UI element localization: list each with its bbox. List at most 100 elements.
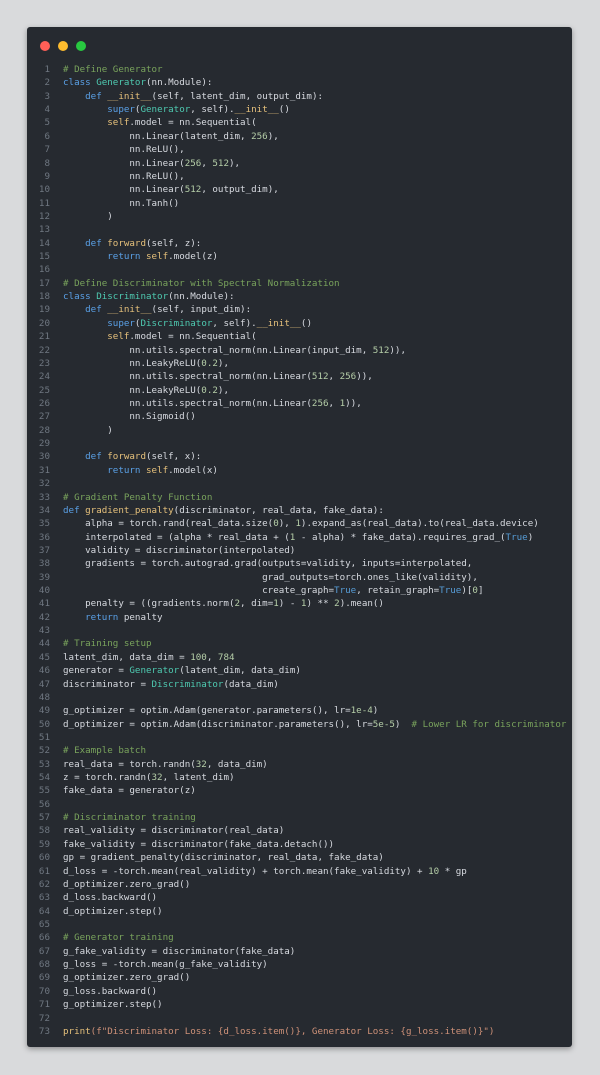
code-text[interactable]: g_loss = -torch.mean(g_fake_validity)	[63, 958, 268, 971]
line-number: 53	[38, 758, 50, 770]
code-text[interactable]: penalty = ((gradients.norm(2, dim=1) - 1…	[63, 597, 384, 610]
code-text[interactable]: def forward(self, x):	[63, 450, 201, 463]
code-line: 32	[27, 477, 572, 490]
code-text[interactable]: # Define Discriminator with Spectral Nor…	[63, 277, 340, 290]
code-token: )),	[389, 344, 406, 356]
code-token: self	[145, 251, 169, 263]
code-text[interactable]: print(f"Discriminator Loss: {d_loss.item…	[63, 1025, 494, 1038]
code-text[interactable]: return self.model(z)	[63, 250, 218, 263]
code-text[interactable]: nn.ReLU(),	[63, 170, 184, 183]
code-text[interactable]: interpolated = (alpha * real_data + (1 -…	[63, 531, 533, 544]
code-text[interactable]: d_optimizer.step()	[63, 905, 163, 918]
code-text[interactable]: alpha = torch.rand(real_data.size(0), 1)…	[63, 517, 539, 530]
line-number: 66	[38, 932, 50, 944]
code-line: 60 gp = gradient_penalty(discriminator, r…	[27, 851, 572, 864]
code-text[interactable]: def __init__(self, latent_dim, output_di…	[63, 90, 323, 103]
code-text[interactable]: gp = gradient_penalty(discriminator, rea…	[63, 851, 384, 864]
code-text[interactable]: nn.LeakyReLU(0.2),	[63, 357, 229, 370]
code-text[interactable]: self.model = nn.Sequential(	[63, 330, 256, 343]
code-text[interactable]: # Discriminator training	[63, 811, 196, 824]
code-text[interactable]: nn.Tanh()	[63, 197, 179, 210]
code-text[interactable]: return penalty	[63, 611, 162, 624]
code-token: True	[439, 585, 462, 597]
code-text[interactable]: grad_outputs=torch.ones_like(validity),	[63, 571, 478, 584]
code-line: 28 )	[27, 424, 572, 437]
code-text[interactable]: d_optimizer.zero_grad()	[63, 878, 190, 891]
code-token: Discriminator	[96, 291, 169, 303]
close-window-icon[interactable]	[40, 41, 50, 51]
code-text[interactable]: d_loss = -torch.mean(real_validity) + to…	[63, 865, 467, 878]
code-text[interactable]: # Generator training	[63, 931, 174, 944]
code-text[interactable]: create_graph=True, retain_graph=True)[0]	[63, 584, 483, 597]
code-text[interactable]: )	[63, 424, 113, 437]
code-text[interactable]: real_data = torch.randn(32, data_dim)	[63, 758, 268, 771]
code-token: def	[63, 304, 108, 316]
code-text[interactable]: )	[63, 210, 113, 223]
code-token: (self, latent_dim, output_dim):	[151, 90, 324, 102]
code-text[interactable]: nn.utils.spectral_norm(nn.Linear(input_d…	[63, 344, 406, 357]
code-text[interactable]: # Define Generator	[63, 63, 163, 76]
code-text[interactable]: def __init__(self, input_dim):	[63, 303, 251, 316]
code-text[interactable]: latent_dim, data_dim = 100, 784	[63, 651, 235, 664]
code-token: (discriminator, real_data, fake_data):	[173, 504, 384, 516]
code-token: 32	[195, 758, 207, 770]
code-text[interactable]: nn.ReLU(),	[63, 143, 184, 156]
code-text[interactable]: g_optimizer.step()	[63, 998, 163, 1011]
line-number: 62	[38, 878, 50, 890]
code-text[interactable]: d_optimizer = optim.Adam(discriminator.p…	[63, 718, 566, 731]
line-number: 5	[44, 117, 50, 129]
code-text[interactable]: generator = Generator(latent_dim, data_d…	[63, 664, 301, 677]
maximize-window-icon[interactable]	[76, 41, 86, 51]
code-text[interactable]: def gradient_penalty(discriminator, real…	[63, 504, 384, 517]
code-line: 7 nn.ReLU(),	[27, 143, 572, 156]
code-text[interactable]: # Gradient Penalty Function	[63, 491, 212, 504]
minimize-window-icon[interactable]	[58, 41, 68, 51]
code-text[interactable]: validity = discriminator(interpolated)	[63, 544, 295, 557]
code-text[interactable]: super(Discriminator, self).__init__()	[63, 317, 312, 330]
code-line: 41 penalty = ((gradients.norm(2, dim=1) …	[27, 597, 572, 610]
code-token: ,	[201, 157, 213, 169]
code-text[interactable]: nn.Sigmoid()	[63, 410, 195, 423]
code-text[interactable]: super(Generator, self).__init__()	[63, 103, 290, 116]
code-token: validity = discriminator(interpolated)	[63, 544, 296, 556]
code-text[interactable]: nn.utils.spectral_norm(nn.Linear(512, 25…	[63, 370, 372, 383]
code-token: Generator	[129, 665, 180, 677]
code-line: 34 def gradient_penalty(discriminator, re…	[27, 504, 572, 517]
code-text[interactable]: g_optimizer = optim.Adam(generator.param…	[63, 704, 378, 717]
code-text[interactable]: g_loss.backward()	[63, 985, 157, 998]
code-line: 42 return penalty	[27, 611, 572, 624]
code-line: 47 discriminator = Discriminator(data_dim…	[27, 678, 572, 691]
code-token: penalty = ((gradients.norm(	[63, 598, 235, 610]
code-text[interactable]: fake_data = generator(z)	[63, 784, 196, 797]
code-line: 31 return self.model(x)	[27, 464, 572, 477]
code-text[interactable]: nn.Linear(latent_dim, 256),	[63, 130, 278, 143]
line-number: 43	[38, 625, 50, 637]
code-text[interactable]: class Discriminator(nn.Module):	[63, 290, 235, 303]
code-token: ]	[477, 585, 484, 597]
code-text[interactable]: real_validity = discriminator(real_data)	[63, 824, 284, 837]
code-text[interactable]: def forward(self, z):	[63, 237, 201, 250]
line-number: 67	[38, 945, 50, 957]
code-text[interactable]: nn.Linear(512, output_dim),	[63, 183, 278, 196]
code-token: # Training setup	[63, 638, 152, 650]
code-text[interactable]: gradients = torch.autograd.grad(outputs=…	[63, 557, 472, 570]
code-text[interactable]: d_loss.backward()	[63, 891, 157, 904]
code-text[interactable]: # Example batch	[63, 744, 146, 757]
code-token: ()	[278, 104, 290, 116]
code-text[interactable]: return self.model(x)	[63, 464, 218, 477]
code-text[interactable]: g_fake_validity = discriminator(fake_dat…	[63, 945, 295, 958]
code-text[interactable]: z = torch.randn(32, latent_dim)	[63, 771, 235, 784]
code-text[interactable]: nn.utils.spectral_norm(nn.Linear(256, 1)…	[63, 397, 361, 410]
code-text[interactable]: fake_validity = discriminator(fake_data.…	[63, 838, 334, 851]
code-token: generator =	[63, 665, 130, 677]
line-number: 17	[38, 277, 50, 289]
code-text[interactable]: discriminator = Discriminator(data_dim)	[63, 678, 279, 691]
code-text[interactable]: nn.LeakyReLU(0.2),	[63, 384, 229, 397]
code-token: True	[505, 531, 528, 543]
code-text[interactable]: # Training setup	[63, 637, 152, 650]
code-text[interactable]: nn.Linear(256, 512),	[63, 157, 240, 170]
code-text[interactable]: g_optimizer.zero_grad()	[63, 971, 190, 984]
code-line: 69 g_optimizer.zero_grad()	[27, 971, 572, 984]
code-text[interactable]: self.model = nn.Sequential(	[63, 116, 256, 129]
code-text[interactable]: class Generator(nn.Module):	[63, 76, 212, 89]
